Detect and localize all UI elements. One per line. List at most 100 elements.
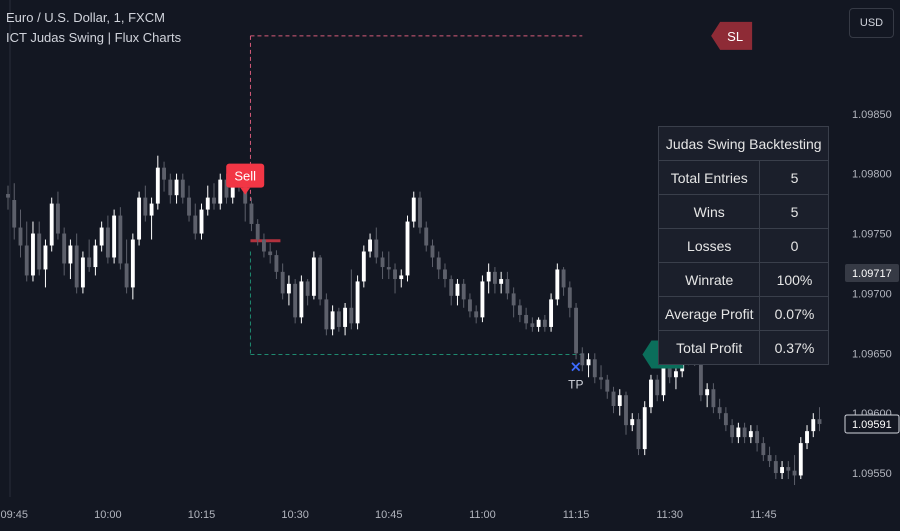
bearish-candle (56, 191, 60, 240)
bullish-candle (480, 275, 485, 323)
table-row: Average Profit 0.07% (657, 296, 830, 331)
symbol-title: Euro / U.S. Dollar, 1, FXCM (6, 10, 165, 25)
bearish-candle (212, 183, 216, 210)
row-label: Total Profit (657, 330, 761, 365)
bullish-candle (455, 279, 460, 306)
bullish-candle (805, 425, 809, 450)
row-label: Total Entries (657, 160, 761, 195)
bearish-candle (393, 263, 397, 294)
indicator-title[interactable]: ICT Judas Swing | Flux Charts (6, 30, 181, 45)
y-tick-label: 1.09550 (852, 468, 892, 480)
price-axis[interactable]: 1.098501.098001.097501.097001.096501.096… (844, 0, 900, 531)
bearish-candle (162, 161, 166, 192)
bullish-candle (343, 302, 348, 336)
bearish-candle (324, 293, 329, 336)
bearish-candle (87, 239, 92, 272)
bearish-candle (449, 275, 454, 306)
row-value: 0.37% (759, 330, 830, 365)
x-tick-label: 10:15 (188, 509, 216, 521)
row-value: 0.07% (759, 296, 830, 331)
bearish-candle (424, 221, 429, 252)
bearish-candle (574, 302, 578, 360)
time-axis[interactable]: 09:45 10:00 10:15 10:30 10:45 11:00 11:15 11:30… (0, 497, 900, 531)
bearish-candle (12, 183, 17, 240)
bullish-candle (130, 233, 135, 300)
bearish-candle (742, 422, 747, 444)
bearish-candle (461, 279, 466, 308)
bearish-candle (524, 307, 529, 330)
x-tick-label: 10:45 (375, 509, 403, 521)
bullish-candle (549, 293, 554, 332)
row-value: 0 (759, 228, 830, 263)
y-tick-label: 1.09850 (852, 109, 892, 121)
bullish-candle (486, 263, 491, 294)
bullish-candle (218, 173, 223, 210)
bullish-candle (798, 437, 803, 480)
bearish-candle (517, 299, 522, 323)
bearish-candle (761, 437, 766, 462)
cross-icon: × (570, 357, 583, 375)
bullish-candle (31, 221, 35, 282)
bearish-candle (542, 314, 547, 332)
x-tick-label: 11:30 (656, 509, 683, 521)
bearish-candle (474, 305, 479, 324)
bullish-candle (286, 275, 291, 306)
bullish-candle (780, 461, 784, 480)
bearish-candle (530, 317, 535, 332)
bullish-candle (642, 401, 647, 456)
bearish-candle (505, 271, 510, 300)
bearish-candle (336, 307, 341, 332)
currency-button[interactable]: USD (849, 8, 894, 38)
x-tick-label: 11:45 (750, 509, 777, 521)
bearish-candle (62, 227, 67, 276)
tp-marker-text: TP (568, 377, 583, 391)
bullish-candle (368, 233, 372, 258)
bullish-candle (499, 271, 504, 294)
bearish-candle (443, 263, 447, 288)
backtest-table-title: Judas Swing Backtesting (657, 126, 830, 161)
bearish-candle (118, 207, 123, 270)
tp-hit-marker: × TP (568, 357, 583, 391)
bullish-candle (649, 374, 653, 414)
sl-label: SL (711, 21, 753, 50)
bullish-candle (80, 251, 85, 294)
bearish-candle (592, 353, 597, 384)
bullish-candle (149, 197, 154, 240)
bearish-candle (180, 173, 185, 204)
bullish-candle (705, 383, 710, 408)
bullish-candle (674, 365, 678, 390)
bullish-candle (174, 173, 179, 204)
bearish-candle (723, 407, 728, 432)
price-marker: 1.09717 (845, 264, 899, 283)
bearish-candle (193, 203, 198, 240)
bearish-candle (567, 281, 572, 318)
bearish-candle (611, 386, 616, 414)
y-tick-label: 1.09650 (852, 348, 892, 360)
bullish-candle (736, 422, 741, 444)
bearish-candle (293, 279, 298, 324)
bearish-candle (262, 233, 266, 258)
table-row: Total Entries 5 (657, 160, 830, 195)
bearish-candle (561, 267, 566, 296)
bullish-candle (330, 305, 335, 336)
bearish-candle (755, 425, 760, 452)
bullish-candle (137, 191, 142, 246)
bullish-candle (536, 317, 541, 332)
bullish-candle (811, 413, 816, 438)
bearish-candle (274, 250, 279, 280)
bearish-candle (418, 191, 422, 234)
bullish-candle (49, 197, 54, 252)
bearish-candle (624, 391, 628, 435)
bearish-candle (380, 251, 385, 280)
price-marker-label: 1.09717 (852, 268, 892, 280)
bearish-candle (6, 185, 10, 210)
bearish-candle (74, 233, 79, 294)
table-row: Winrate 100% (657, 262, 830, 297)
price-marker-label: 1.09591 (852, 419, 892, 431)
bearish-candle (605, 374, 610, 399)
row-label: Wins (657, 194, 761, 229)
bearish-candle (349, 269, 354, 330)
bearish-candle (792, 455, 797, 486)
bullish-candle (405, 215, 410, 282)
bearish-candle (436, 251, 441, 280)
